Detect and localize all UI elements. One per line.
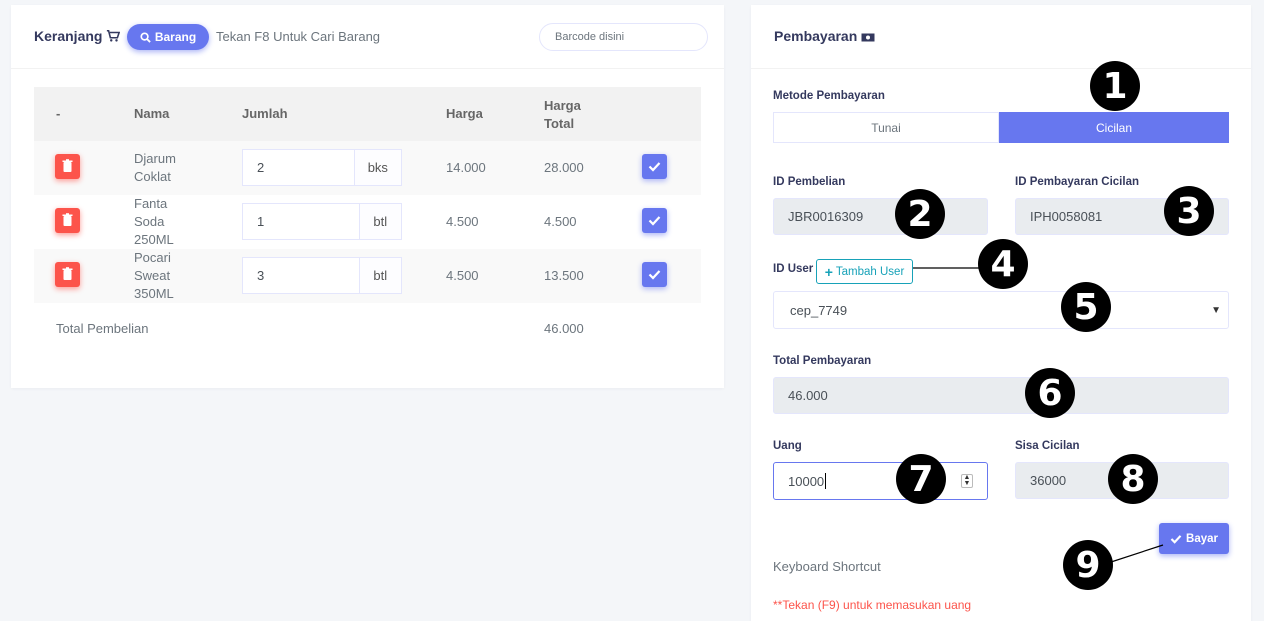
quantity-value: 2 (257, 160, 265, 175)
total-pembelian-label: Total Pembelian (56, 321, 149, 336)
annotation-marker-4: 4 (978, 239, 1028, 289)
id-cicilan-label: ID Pembayaran Cicilan (1015, 176, 1139, 188)
sisa-cicilan-label: Sisa Cicilan (1015, 440, 1080, 452)
table-row: Pocari Sweat 350ML 3 btl 4.500 13.500 (34, 249, 701, 303)
quantity-value: 3 (257, 268, 265, 283)
cart-title: Keranjang (34, 28, 103, 44)
method-tunai-button[interactable]: Tunai (773, 112, 999, 143)
number-spinner[interactable]: ▲ ▼ (961, 474, 973, 488)
annotation-marker-3: 3 (1164, 186, 1214, 236)
item-name: Pocari Sweat 350ML (134, 250, 174, 301)
quantity-value: 1 (257, 214, 265, 229)
delete-item-button[interactable] (55, 154, 80, 179)
cart-table-header: - Nama Jumlah Harga Harga Total (34, 87, 701, 141)
barcode-input[interactable]: Barcode disini (539, 23, 708, 51)
quantity-input[interactable]: 1 btl (242, 203, 402, 240)
payment-header: Pembayaran (751, 5, 1251, 69)
annotation-marker-1: 1 (1090, 61, 1140, 111)
annotation-marker-8: 8 (1108, 454, 1158, 504)
item-total: 28.000 (544, 160, 584, 175)
delete-item-button[interactable] (55, 208, 80, 233)
total-pembayaran-field: 46.000 (773, 377, 1229, 414)
total-pembayaran-label: Total Pembayaran (773, 355, 872, 367)
column-header-harga-total: Harga Total (544, 98, 581, 131)
annotation-marker-9: 9 (1063, 540, 1113, 590)
annotation-marker-7: 7 (896, 454, 946, 504)
annotation-marker-6: 6 (1025, 368, 1075, 418)
barcode-placeholder: Barcode disini (555, 31, 625, 43)
item-price: 4.500 (446, 214, 479, 229)
quantity-input[interactable]: 3 btl (242, 257, 402, 294)
item-price: 4.500 (446, 268, 479, 283)
item-total: 4.500 (544, 214, 577, 229)
cart-card: Keranjang Barang Tekan F8 Untuk Cari Bar… (11, 5, 724, 388)
item-total: 13.500 (544, 268, 584, 283)
quantity-unit: btl (358, 204, 401, 239)
table-row: Fanta Soda 250ML 1 btl 4.500 4.500 (34, 195, 701, 249)
item-price: 14.000 (446, 160, 486, 175)
user-select-value: cep_7749 (790, 302, 848, 318)
check-icon (648, 216, 661, 226)
plus-icon: + (824, 263, 833, 280)
barang-button[interactable]: Barang (127, 24, 209, 50)
search-icon (140, 31, 151, 43)
trash-icon (62, 159, 73, 172)
column-header-harga: Harga (446, 106, 483, 121)
quantity-input[interactable]: 2 bks (242, 149, 402, 186)
quantity-unit: bks (353, 150, 401, 185)
cart-header: Keranjang Barang Tekan F8 Untuk Cari Bar… (11, 5, 724, 69)
item-name: Djarum Coklat (134, 151, 176, 184)
id-user-label: ID User (773, 263, 814, 275)
keyboard-shortcut-label: Keyboard Shortcut (773, 559, 881, 574)
total-pembelian-value: 46.000 (544, 321, 584, 336)
check-icon (648, 270, 661, 280)
trash-icon (62, 213, 73, 226)
annotation-marker-2: 2 (895, 189, 945, 239)
chevron-down-icon: ▼ (1211, 305, 1221, 316)
column-header-jumlah: Jumlah (242, 106, 288, 121)
tambah-user-button[interactable]: + Tambah User (816, 259, 913, 284)
table-row: Djarum Coklat 2 bks 14.000 28.000 (34, 141, 701, 195)
confirm-item-button[interactable] (642, 208, 667, 233)
uang-input[interactable]: 10000 ▲ ▼ (773, 462, 988, 500)
id-pembelian-label: ID Pembelian (773, 176, 846, 188)
bayar-button[interactable]: Bayar (1159, 523, 1229, 554)
uang-value: 10000 (788, 473, 825, 489)
item-name: Fanta Soda 250ML (134, 196, 174, 247)
id-pembelian-field: JBR0016309 (773, 198, 988, 235)
search-hint: Tekan F8 Untuk Cari Barang (216, 29, 381, 44)
keyboard-shortcut-hint: **Tekan (F9) untuk memasukan uang (773, 598, 972, 612)
uang-label: Uang (773, 440, 802, 452)
trash-icon (62, 267, 73, 280)
tambah-user-label: Tambah User (835, 265, 905, 278)
column-header-nama: Nama (134, 106, 170, 121)
quantity-unit: btl (358, 258, 401, 293)
payment-card: Pembayaran Metode Pembayaran Tunai Cicil… (751, 5, 1251, 621)
money-icon (861, 33, 875, 42)
column-header-action: - (56, 106, 61, 121)
text-cursor (825, 473, 827, 489)
confirm-item-button[interactable] (642, 262, 667, 287)
method-cicilan-button[interactable]: Cicilan (999, 112, 1229, 143)
payment-title: Pembayaran (774, 28, 858, 44)
shopping-cart-icon (106, 29, 120, 42)
confirm-item-button[interactable] (642, 154, 667, 179)
check-icon (1170, 534, 1182, 544)
payment-method-label: Metode Pembayaran (773, 90, 885, 102)
barang-button-label: Barang (154, 30, 197, 44)
check-icon (648, 162, 661, 172)
annotation-marker-5: 5 (1061, 282, 1111, 332)
delete-item-button[interactable] (55, 262, 80, 287)
user-select[interactable]: cep_7749 ▼ (773, 291, 1229, 329)
bayar-button-label: Bayar (1186, 532, 1218, 545)
